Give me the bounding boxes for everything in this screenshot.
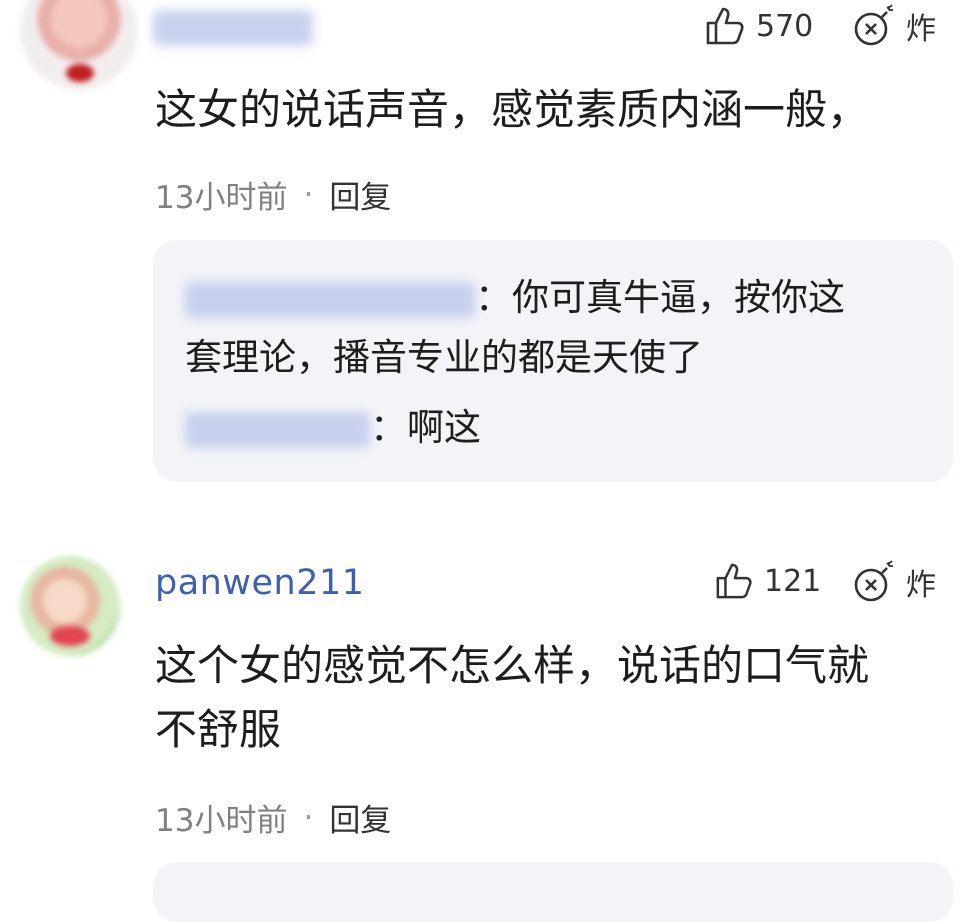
bomb-label: 炸	[906, 568, 936, 603]
bomb-button[interactable]: 炸	[852, 4, 936, 48]
reply-item[interactable]: ：你可真牛逼，按你这	[185, 268, 845, 328]
username[interactable]: panwen211	[155, 563, 365, 603]
comment-text-line: 不舒服	[155, 705, 282, 754]
avatar[interactable]	[20, 556, 120, 656]
reply-text: ：啊这	[370, 406, 481, 449]
reply-username-blurred[interactable]	[185, 281, 475, 318]
comment-meta: 13小时前 · 回复	[155, 795, 391, 840]
like-button[interactable]: 570	[704, 6, 813, 46]
comment-text: 这个女的感觉不怎么样，说话的口气就 不舒服	[155, 634, 955, 762]
reply-text: ：你可真牛逼，按你这	[475, 276, 845, 319]
meta-separator: ·	[303, 799, 314, 836]
like-count: 121	[764, 563, 822, 599]
bomb-label: 炸	[906, 12, 936, 47]
reply-button[interactable]: 回复	[329, 795, 391, 840]
bomb-button[interactable]: 炸	[852, 560, 936, 604]
comment-text-line: 这个女的感觉不怎么样，说话的口气就	[155, 641, 870, 690]
avatar-decoration	[50, 626, 90, 646]
comment-time: 13小时前	[155, 803, 288, 839]
comment-meta: 13小时前 · 回复	[155, 172, 391, 217]
bomb-icon	[854, 4, 893, 46]
reply-button[interactable]: 回复	[329, 172, 391, 217]
thumbs-up-icon	[716, 563, 752, 599]
comment-text: 这女的说话声音，感觉素质内涵一般，	[155, 85, 870, 134]
reply-item[interactable]: ：啊这	[185, 398, 481, 458]
reply-thread	[153, 862, 953, 922]
bomb-icon	[854, 560, 893, 602]
like-button[interactable]: 121	[714, 562, 821, 600]
avatar[interactable]	[20, 0, 138, 90]
reply-text-continued: 套理论，播音专业的都是天使了	[185, 336, 703, 379]
meta-separator: ·	[303, 176, 314, 213]
reply-username-blurred[interactable]	[185, 411, 370, 448]
comment-time: 13小时前	[155, 180, 288, 216]
like-count: 570	[756, 8, 814, 44]
reply-thread: ：你可真牛逼，按你这 套理论，播音专业的都是天使了 ：啊这	[153, 240, 953, 482]
avatar-decoration	[66, 64, 94, 82]
username-blurred[interactable]	[153, 10, 313, 46]
thumbs-up-icon	[706, 7, 744, 45]
